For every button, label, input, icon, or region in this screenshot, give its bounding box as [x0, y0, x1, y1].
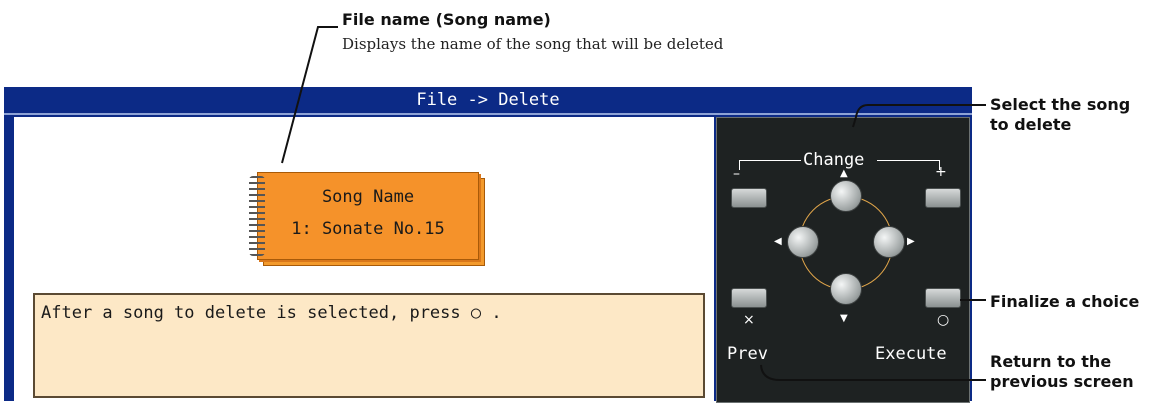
callout-return: Return to the previous screen — [990, 352, 1134, 392]
callout-return-line2: previous screen — [990, 372, 1134, 391]
change-bracket-left — [739, 160, 801, 161]
right-knob[interactable] — [873, 226, 905, 258]
arrow-down-icon: ▼ — [840, 313, 848, 324]
execute-label: Execute — [875, 344, 947, 364]
change-label: Change — [803, 150, 865, 170]
prev-label: Prev — [727, 344, 768, 364]
prev-button[interactable] — [731, 288, 767, 308]
callout-return-line1: Return to the — [990, 352, 1112, 371]
plus-button[interactable] — [925, 188, 961, 208]
message-box: After a song to delete is selected, pres… — [33, 293, 705, 398]
up-knob[interactable] — [830, 180, 862, 212]
song-card: Song Name 1: Sonate No.15 — [257, 172, 479, 260]
callout-file-name-desc: Displays the name of the song that will … — [342, 35, 724, 53]
minus-button[interactable] — [731, 188, 767, 208]
message-text: After a song to delete is selected, pres… — [41, 303, 502, 323]
callout-file-name-title: File name (Song name) — [342, 10, 551, 29]
left-knob[interactable] — [787, 226, 819, 258]
screen-title: File -> Delete — [4, 87, 972, 115]
device-screen: File -> Delete Song Name 1: Sonate No.15… — [4, 87, 972, 403]
main-pane: Song Name 1: Sonate No.15 After a song t… — [14, 117, 714, 403]
plus-label: + — [935, 164, 947, 180]
spiral-binding-icon — [249, 176, 265, 256]
arrow-left-icon: ◀ — [774, 236, 782, 247]
callout-select-song: Select the song to delete — [990, 95, 1130, 135]
callout-finalize: Finalize a choice — [990, 292, 1140, 311]
minus-label: – — [733, 166, 740, 182]
callout-select-song-line2: to delete — [990, 115, 1072, 134]
song-card-label: Song Name — [321, 187, 415, 207]
down-knob[interactable] — [830, 273, 862, 305]
callout-select-song-line1: Select the song — [990, 95, 1131, 114]
arrow-right-icon: ▶ — [907, 236, 915, 247]
song-card-value: 1: Sonate No.15 — [291, 219, 445, 239]
arrow-up-icon: ▲ — [840, 168, 848, 179]
change-bracket-right — [877, 160, 939, 161]
ok-mark-icon: ○ — [937, 312, 950, 328]
cancel-mark-icon: × — [743, 312, 755, 328]
execute-button[interactable] — [925, 288, 961, 308]
control-panel: Change – + ▲ ▼ ◀ ▶ × ○ Prev Execute — [716, 117, 970, 403]
